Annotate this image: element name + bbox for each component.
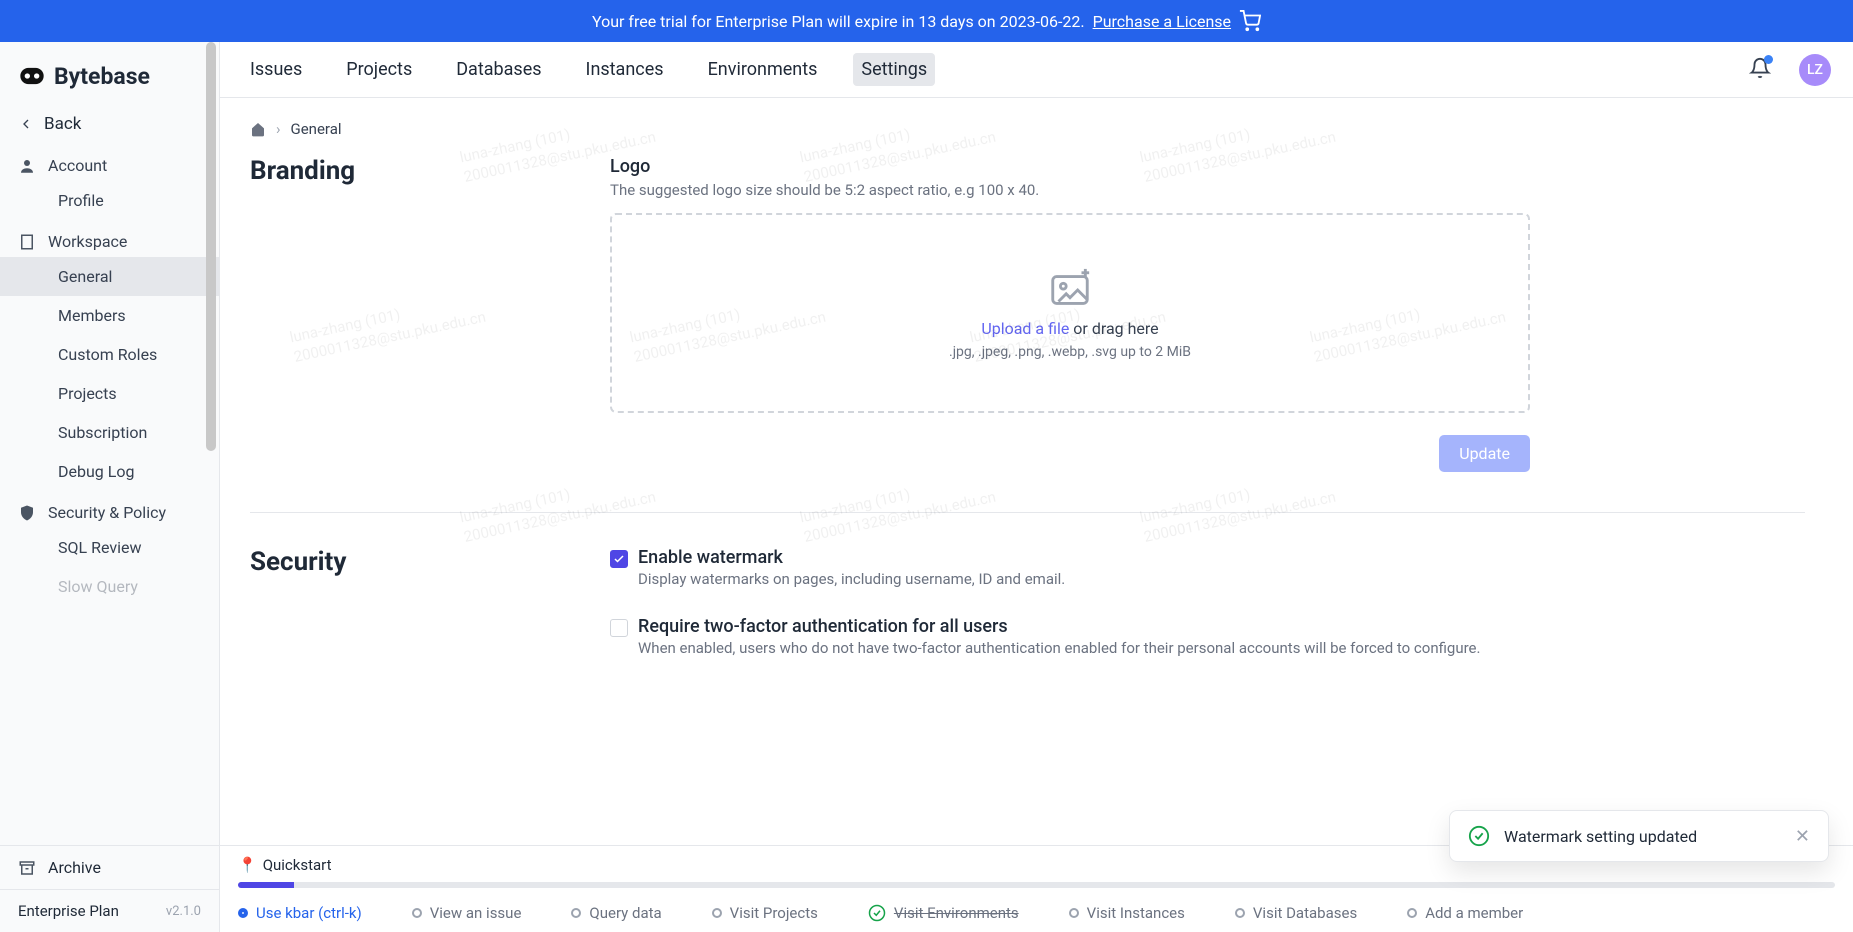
topnav-issues[interactable]: Issues bbox=[242, 53, 310, 86]
sidebar-section-account[interactable]: Account bbox=[0, 144, 219, 181]
qs-view-issue[interactable]: View an issue bbox=[412, 904, 522, 922]
quickstart-title: Quickstart bbox=[263, 856, 332, 874]
chevron-left-icon bbox=[18, 116, 34, 132]
dropzone-text: Upload a file or drag here bbox=[981, 319, 1158, 338]
qs-visit-databases[interactable]: Visit Databases bbox=[1235, 904, 1357, 922]
branding-heading: Branding bbox=[250, 156, 550, 186]
logo[interactable]: Bytebase bbox=[0, 42, 219, 104]
watermark-label: Enable watermark bbox=[638, 547, 1065, 568]
qs-use-kbar[interactable]: Use kbar (ctrl-k) bbox=[238, 904, 362, 922]
back-button[interactable]: Back bbox=[0, 104, 219, 144]
toast-message: Watermark setting updated bbox=[1504, 827, 1697, 846]
breadcrumb: › General bbox=[250, 120, 1805, 138]
branding-section: Branding Logo The suggested logo size sh… bbox=[250, 156, 1805, 512]
breadcrumb-current: General bbox=[291, 120, 342, 138]
topbar: Issues Projects Databases Instances Envi… bbox=[220, 42, 1853, 98]
topnav-settings[interactable]: Settings bbox=[853, 53, 935, 86]
shield-icon bbox=[18, 504, 36, 522]
qs-query-data[interactable]: Query data bbox=[571, 904, 661, 922]
success-icon bbox=[1468, 825, 1490, 847]
qs-add-member[interactable]: Add a member bbox=[1407, 904, 1523, 922]
logo-label: Logo bbox=[610, 156, 1530, 177]
update-button[interactable]: Update bbox=[1439, 435, 1530, 472]
qs-visit-instances[interactable]: Visit Instances bbox=[1069, 904, 1185, 922]
sidebar-archive[interactable]: Archive bbox=[0, 845, 219, 889]
sidebar-item-sql-review[interactable]: SQL Review bbox=[0, 528, 219, 567]
purchase-license-link[interactable]: Purchase a License bbox=[1093, 12, 1231, 31]
plan-name: Enterprise Plan bbox=[18, 902, 119, 920]
sidebar-item-debug-log[interactable]: Debug Log bbox=[0, 452, 219, 491]
qs-visit-environments[interactable]: Visit Environments bbox=[868, 904, 1019, 922]
sidebar-item-general[interactable]: General bbox=[0, 257, 219, 296]
notification-dot-icon bbox=[1764, 55, 1773, 64]
archive-icon bbox=[18, 859, 36, 877]
home-icon[interactable] bbox=[250, 121, 266, 137]
sidebar-item-members[interactable]: Members bbox=[0, 296, 219, 335]
enable-watermark-checkbox[interactable] bbox=[610, 550, 628, 568]
chevron-right-icon: › bbox=[276, 120, 281, 138]
sidebar-scrollbar[interactable] bbox=[204, 42, 218, 932]
user-icon bbox=[18, 157, 36, 175]
twofa-label: Require two-factor authentication for al… bbox=[638, 616, 1480, 637]
topnav-projects[interactable]: Projects bbox=[338, 53, 420, 86]
security-section: Security Enable watermark Display waterm… bbox=[250, 512, 1805, 697]
plan-row[interactable]: Enterprise Plan v2.1.0 bbox=[0, 889, 219, 932]
topnav-instances[interactable]: Instances bbox=[578, 53, 672, 86]
sidebar-item-custom-roles[interactable]: Custom Roles bbox=[0, 335, 219, 374]
logo-dropzone[interactable]: Upload a file or drag here .jpg, .jpeg, … bbox=[610, 213, 1530, 413]
sidebar-section-security[interactable]: Security & Policy bbox=[0, 491, 219, 528]
cart-icon bbox=[1239, 10, 1261, 32]
trial-banner: Your free trial for Enterprise Plan will… bbox=[0, 0, 1853, 42]
quickstart-items: Use kbar (ctrl-k) View an issue Query da… bbox=[220, 894, 1853, 932]
content-area: luna-zhang (101)2000011328@stu.pku.edu.c… bbox=[220, 98, 1853, 845]
security-heading: Security bbox=[250, 547, 550, 577]
back-label: Back bbox=[44, 114, 81, 134]
toast-close-button[interactable]: ✕ bbox=[1795, 826, 1810, 847]
sidebar-item-projects[interactable]: Projects bbox=[0, 374, 219, 413]
require-2fa-checkbox[interactable] bbox=[610, 619, 628, 637]
sidebar-item-profile[interactable]: Profile bbox=[0, 181, 219, 220]
quickstart-progress bbox=[238, 882, 1835, 888]
twofa-help: When enabled, users who do not have two-… bbox=[638, 639, 1480, 657]
sidebar-section-workspace[interactable]: Workspace bbox=[0, 220, 219, 257]
check-circle-icon bbox=[868, 904, 886, 922]
logo-help: The suggested logo size should be 5:2 as… bbox=[610, 181, 1530, 199]
pin-icon: 📍 bbox=[238, 856, 257, 874]
upload-file-link[interactable]: Upload a file bbox=[981, 319, 1069, 338]
bytebase-logo-icon bbox=[18, 62, 46, 90]
toast: Watermark setting updated ✕ bbox=[1449, 810, 1829, 862]
qs-visit-projects[interactable]: Visit Projects bbox=[712, 904, 818, 922]
check-icon bbox=[613, 553, 625, 565]
notifications-button[interactable] bbox=[1749, 57, 1771, 83]
version: v2.1.0 bbox=[166, 904, 201, 919]
topnav-databases[interactable]: Databases bbox=[448, 53, 549, 86]
sidebar-item-subscription[interactable]: Subscription bbox=[0, 413, 219, 452]
sidebar-item-slow-query[interactable]: Slow Query bbox=[0, 567, 219, 606]
image-upload-icon bbox=[1047, 267, 1093, 313]
building-icon bbox=[18, 233, 36, 251]
topnav-environments[interactable]: Environments bbox=[700, 53, 826, 86]
avatar[interactable]: LZ bbox=[1799, 54, 1831, 86]
logo-text: Bytebase bbox=[54, 63, 150, 90]
watermark-help: Display watermarks on pages, including u… bbox=[638, 570, 1065, 588]
dropzone-formats: .jpg, .jpeg, .png, .webp, .svg up to 2 M… bbox=[949, 344, 1191, 360]
trial-text: Your free trial for Enterprise Plan will… bbox=[592, 12, 1085, 31]
sidebar: Bytebase Back Account Profile Workspace … bbox=[0, 42, 220, 932]
